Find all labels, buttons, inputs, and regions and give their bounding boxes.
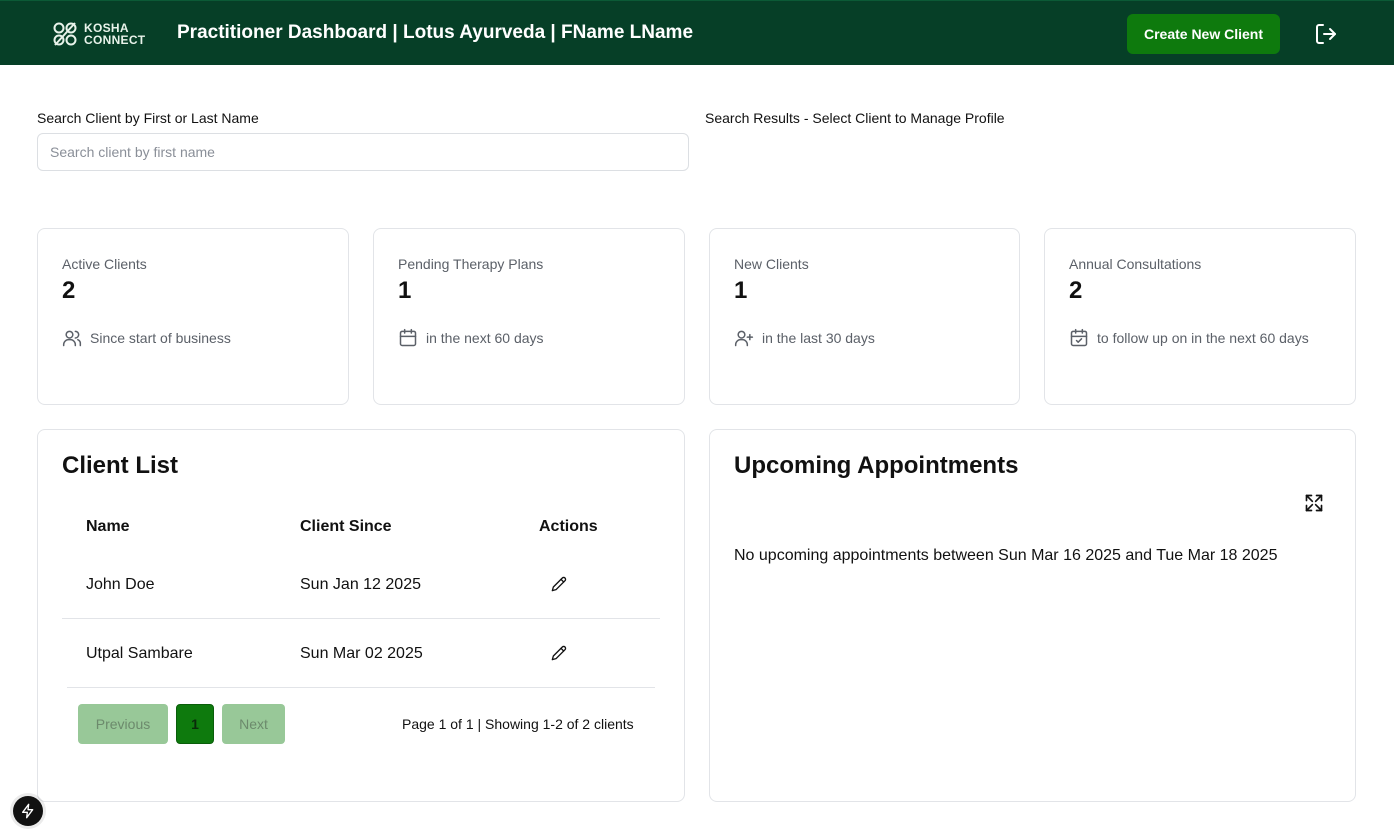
user-plus-icon — [734, 328, 754, 348]
no-appointments-message: No upcoming appointments between Sun Mar… — [734, 547, 1278, 564]
stat-card-active-clients: Active Clients 2 Since start of business — [37, 228, 349, 405]
pagination-info: Page 1 of 1 | Showing 1-2 of 2 clients — [402, 716, 634, 732]
search-results-label: Search Results - Select Client to Manage… — [705, 110, 1005, 126]
lightning-bolt-icon — [22, 803, 34, 819]
stat-label: New Clients — [734, 256, 809, 272]
stat-subtext-label: in the next 60 days — [426, 330, 544, 346]
stat-label: Active Clients — [62, 256, 147, 272]
pencil-icon — [551, 576, 567, 592]
stat-card-new-clients: New Clients 1 in the last 30 days — [709, 228, 1020, 405]
stat-value: 2 — [1069, 277, 1083, 304]
column-header-client-since: Client Since — [300, 518, 392, 535]
logo-text-line-2: CONNECT — [84, 33, 146, 47]
search-label: Search Client by First or Last Name — [37, 110, 259, 126]
table-row[interactable]: John Doe Sun Jan 12 2025 — [62, 550, 660, 619]
stat-subtext: Since start of business — [62, 328, 231, 348]
column-header-actions: Actions — [539, 518, 598, 535]
users-icon — [62, 328, 82, 348]
stat-subtext-label: in the last 30 days — [762, 330, 875, 346]
client-since: Sun Mar 02 2025 — [300, 644, 423, 662]
stat-subtext-label: Since start of business — [90, 330, 231, 346]
stat-label: Annual Consultations — [1069, 256, 1202, 272]
stat-subtext: in the next 60 days — [398, 328, 544, 348]
logout-icon — [1316, 24, 1336, 44]
edit-client-button[interactable] — [550, 575, 568, 593]
pencil-icon — [551, 645, 567, 661]
page-1-button[interactable]: 1 — [176, 704, 214, 744]
page-title: Practitioner Dashboard | Lotus Ayurveda … — [177, 22, 694, 43]
floating-action-button[interactable] — [13, 796, 43, 826]
stat-subtext-label: to follow up on in the next 60 days — [1097, 330, 1309, 346]
expand-button[interactable] — [1303, 492, 1325, 514]
stat-subtext: to follow up on in the next 60 days — [1069, 328, 1309, 348]
top-header: KOSHA CONNECT Practitioner Dashboard | L… — [0, 0, 1394, 65]
next-page-button[interactable]: Next — [222, 704, 285, 744]
create-new-client-button[interactable]: Create New Client — [1127, 14, 1280, 54]
stat-label: Pending Therapy Plans — [398, 256, 544, 272]
client-list-title: Client List — [62, 452, 179, 479]
kosha-connect-logo[interactable]: KOSHA CONNECT — [52, 20, 145, 48]
stat-card-pending-therapy-plans: Pending Therapy Plans 1 in the next 60 d… — [373, 228, 685, 405]
client-since: Sun Jan 12 2025 — [300, 575, 421, 593]
client-name[interactable]: Utpal Sambare — [86, 619, 193, 688]
column-header-name: Name — [86, 518, 130, 535]
stat-subtext: in the last 30 days — [734, 328, 875, 348]
logo-icon — [53, 22, 77, 46]
stat-card-annual-consultations: Annual Consultations 2 to follow up on i… — [1044, 228, 1356, 405]
edit-client-button[interactable] — [550, 644, 568, 662]
calendar-icon — [398, 328, 418, 348]
logout-button[interactable] — [1312, 21, 1340, 47]
previous-page-button[interactable]: Previous — [78, 704, 168, 744]
expand-icon — [1305, 494, 1323, 512]
stat-value: 1 — [734, 277, 748, 304]
client-list-panel: Client List Name Client Since Actions Jo… — [37, 429, 685, 802]
table-bottom-divider — [67, 687, 655, 688]
upcoming-appointments-panel: Upcoming Appointments No upcoming appoin… — [709, 429, 1356, 802]
search-client-input[interactable] — [37, 133, 689, 171]
calendar-check-icon — [1069, 328, 1089, 348]
stat-value: 2 — [62, 277, 76, 304]
stat-value: 1 — [398, 277, 412, 304]
client-name[interactable]: John Doe — [86, 550, 155, 619]
table-row[interactable]: Utpal Sambare Sun Mar 02 2025 — [62, 619, 660, 688]
logo-text: KOSHA CONNECT — [84, 22, 145, 46]
upcoming-appointments-title: Upcoming Appointments — [734, 452, 1019, 479]
